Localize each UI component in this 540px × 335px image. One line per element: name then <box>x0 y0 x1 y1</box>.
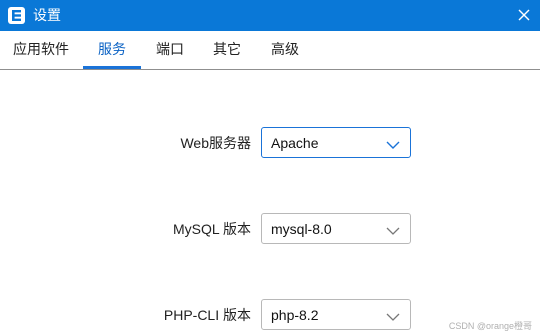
mysql-version-label: MySQL 版本 <box>172 221 251 237</box>
php-cli-version-select[interactable]: php-8.2 <box>261 299 411 330</box>
tab-other[interactable]: 其它 <box>207 31 247 69</box>
tab-advanced[interactable]: 高级 <box>265 31 305 69</box>
chevron-down-icon <box>386 137 400 155</box>
mysql-version-select[interactable]: mysql-8.0 <box>261 213 411 244</box>
close-icon[interactable] <box>514 5 534 25</box>
chevron-down-icon <box>386 223 400 241</box>
chevron-down-icon <box>386 309 400 327</box>
window-title: 设置 <box>33 7 61 23</box>
web-server-label: Web服务器 <box>180 135 251 151</box>
web-server-value: Apache <box>271 135 319 151</box>
app-e-logo-icon <box>8 7 25 24</box>
php-cli-version-value: php-8.2 <box>271 307 319 323</box>
tab-apps[interactable]: 应用软件 <box>8 31 74 69</box>
title-bar: 设置 <box>0 0 540 31</box>
tab-bar: 应用软件 服务 端口 其它 高级 <box>0 31 540 70</box>
php-cli-version-label: PHP-CLI 版本 <box>163 307 251 323</box>
web-server-select[interactable]: Apache <box>261 127 411 158</box>
tab-services[interactable]: 服务 <box>83 31 141 69</box>
services-panel: Web服务器 Apache MySQL 版本 mysql-8.0 PHP-CLI… <box>0 70 540 335</box>
watermark: CSDN @orange橙哥 <box>448 321 532 331</box>
tab-ports[interactable]: 端口 <box>150 31 190 69</box>
mysql-version-value: mysql-8.0 <box>271 221 332 237</box>
